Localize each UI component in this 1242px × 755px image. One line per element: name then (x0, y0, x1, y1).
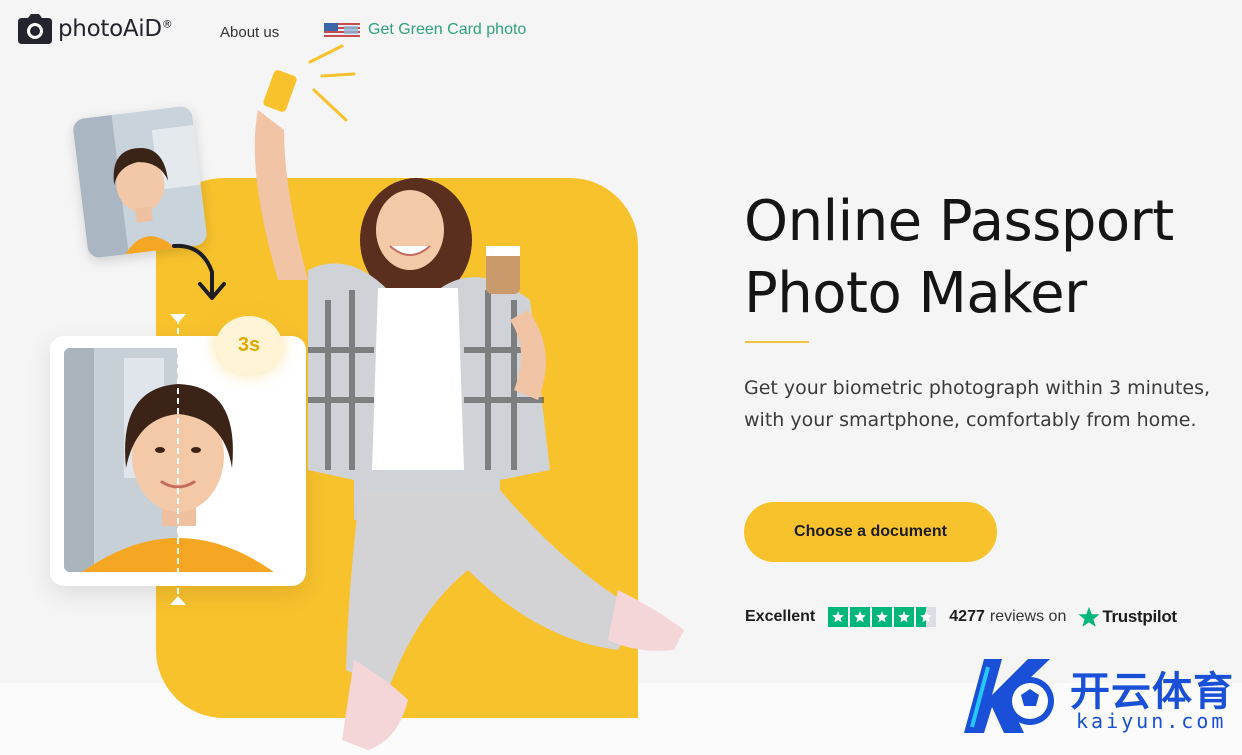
kaiyun-logo-icon (964, 659, 1054, 733)
reviews-on-text: reviews on (989, 608, 1067, 625)
us-flag-icon (324, 23, 360, 37)
rating-stars (828, 607, 937, 627)
star-icon (850, 607, 871, 627)
page-title: Online Passport Photo Maker (744, 189, 1174, 326)
scan-marker-bottom-icon (170, 596, 186, 605)
rating-word: Excellent (745, 608, 816, 625)
title-divider (745, 341, 809, 343)
trustpilot-wordmark: Trustpilot (1102, 607, 1177, 626)
source-selfie-photo (71, 105, 209, 259)
brand-logo[interactable]: photoAiD® (18, 14, 173, 44)
nav-green-card-photo[interactable]: Get Green Card photo (324, 21, 526, 39)
curved-arrow-icon (172, 243, 226, 300)
trustpilot-rating[interactable]: Excellent 4277 reviews on Trustpilot (745, 604, 1177, 630)
scan-marker-top-icon (170, 314, 186, 323)
hero-subtitle: Get your biometric photograph within 3 m… (744, 377, 1211, 431)
nav-about-us[interactable]: About us (220, 24, 279, 41)
trustpilot-star-icon (1078, 606, 1100, 627)
choose-document-button[interactable]: Choose a document (744, 502, 997, 562)
jumping-woman-selfie-image (254, 70, 684, 750)
review-count: 4277 (949, 608, 985, 625)
kaiyun-domain-text: kaiyun.com (1076, 709, 1227, 733)
nav-green-card-label: Get Green Card photo (368, 21, 527, 38)
scan-divider-line (177, 318, 181, 604)
camera-icon (18, 14, 52, 44)
star-icon (828, 607, 849, 627)
brand-name: photoAiD® (58, 16, 173, 42)
half-star-icon (916, 607, 937, 627)
star-icon (872, 607, 893, 627)
star-icon (894, 607, 915, 627)
kaiyun-watermark: 开云体育 kaiyun.com (958, 655, 1242, 755)
